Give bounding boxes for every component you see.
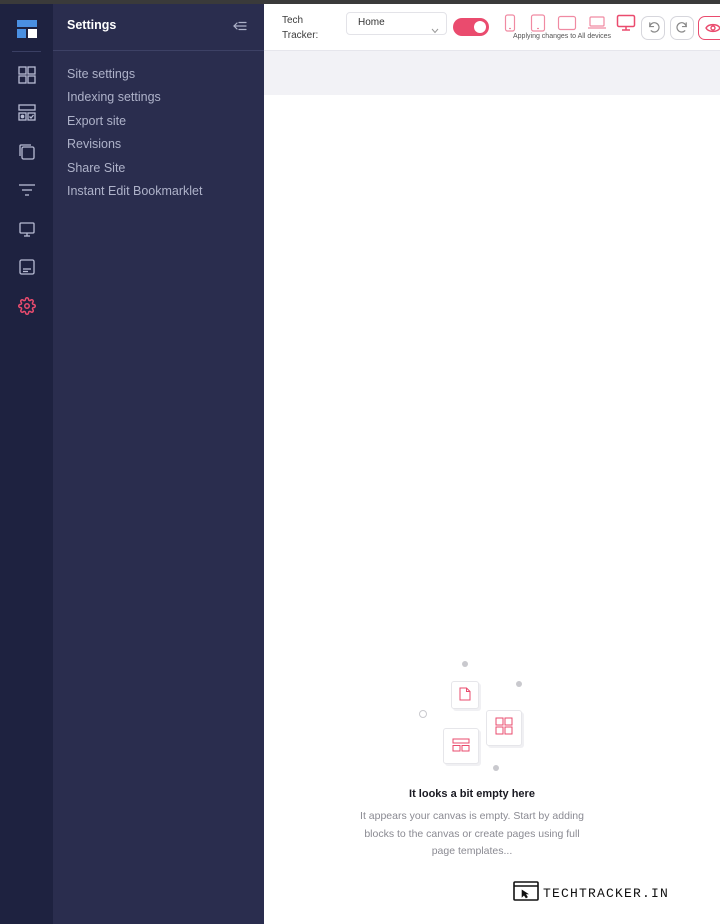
layout-panel-icon[interactable] [0, 252, 53, 282]
redo-icon [675, 19, 689, 38]
preview-button[interactable] [698, 16, 720, 40]
icon-rail [0, 4, 53, 924]
menu-item-instant-edit-bookmarklet[interactable]: Instant Edit Bookmarklet [67, 182, 202, 205]
tablet-icon[interactable] [527, 12, 549, 34]
settings-panel: Settings Site settings Indexing settings… [53, 4, 264, 924]
chevron-down-icon [431, 19, 439, 38]
redo-button[interactable] [670, 16, 694, 40]
blocks-tile [486, 710, 522, 746]
menu-item-export-site[interactable]: Export site [67, 112, 202, 135]
editor-toolbar: Tech Tracker: Home Applying changes to A… [264, 4, 720, 51]
watermark: TECHTRACKER.IN [513, 881, 670, 905]
desktop-icon[interactable] [615, 12, 637, 34]
collapse-left-icon[interactable] [231, 18, 249, 34]
document-icon [459, 686, 471, 705]
builder-logo-icon[interactable] [0, 14, 53, 44]
empty-state-description: It appears your canvas is empty. Start b… [360, 810, 584, 857]
browser-cursor-icon [513, 881, 539, 905]
apply-changes-note: Applying changes to All devices [513, 33, 612, 40]
blocks-grid-icon[interactable] [0, 60, 53, 90]
decor-ring [419, 710, 427, 718]
monitor-icon[interactable] [0, 214, 53, 244]
laptop-icon[interactable] [586, 12, 608, 34]
settings-menu: Site settings Indexing settings Export s… [67, 65, 202, 205]
settings-panel-title: Settings [67, 18, 117, 32]
empty-state-title: It looks a bit empty here [409, 788, 535, 800]
components-small-icon [452, 737, 470, 756]
site-name-label: Tech Tracker: [282, 15, 319, 41]
eye-icon [705, 19, 720, 38]
rail-divider [12, 51, 41, 52]
tablet-landscape-icon[interactable] [556, 12, 578, 34]
watermark-text: TECHTRACKER.IN [543, 885, 670, 901]
menu-item-indexing-settings[interactable]: Indexing settings [67, 88, 202, 111]
pages-copy-icon[interactable] [0, 137, 53, 167]
empty-state-illustration [415, 657, 535, 775]
settings-panel-header: Settings [53, 4, 264, 51]
canvas-top-band [264, 51, 720, 95]
filter-lines-icon[interactable] [0, 175, 53, 205]
menu-item-revisions[interactable]: Revisions [67, 135, 202, 158]
undo-icon [647, 19, 660, 38]
sync-devices-toggle[interactable] [453, 18, 489, 36]
menu-item-share-site[interactable]: Share Site [67, 159, 202, 182]
gear-icon[interactable] [0, 291, 53, 321]
components-icon[interactable] [0, 98, 53, 128]
decor-dot [493, 765, 499, 771]
decor-dot [516, 681, 522, 687]
menu-item-site-settings[interactable]: Site settings [67, 65, 202, 88]
page-select[interactable]: Home [346, 12, 447, 35]
page-tile [451, 681, 479, 709]
grid-icon [495, 717, 513, 739]
undo-button[interactable] [641, 16, 665, 40]
components-tile [443, 728, 479, 764]
toggle-knob [474, 21, 486, 33]
mobile-icon[interactable] [499, 12, 521, 34]
decor-dot [462, 661, 468, 667]
page-select-value: Home [358, 17, 385, 28]
